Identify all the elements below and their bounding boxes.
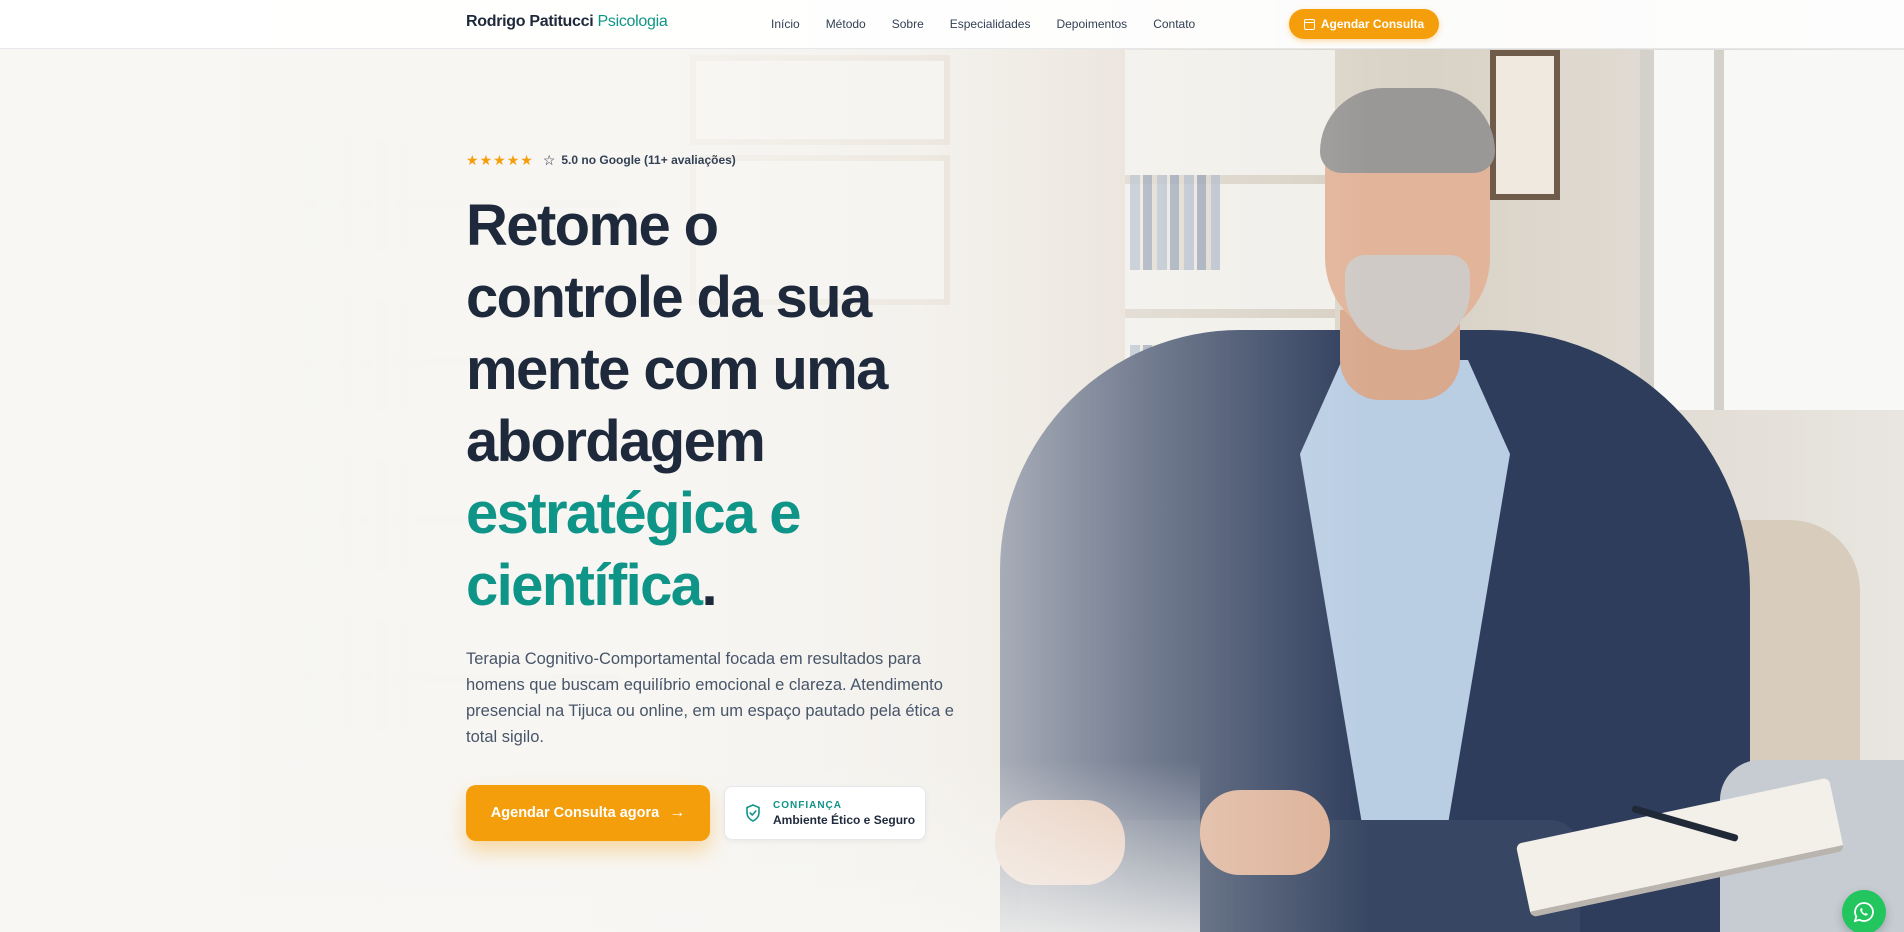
rating-stars: ★ ★ ★ ★ ★	[466, 153, 533, 167]
nav-link-sobre[interactable]: Sobre	[892, 17, 924, 31]
hero-lead: Terapia Cognitivo-Comportamental focada …	[466, 650, 954, 746]
whatsapp-button[interactable]	[1842, 890, 1886, 932]
nav-link-depoimentos[interactable]: Depoimentos	[1056, 17, 1127, 31]
headline-period: .	[701, 553, 717, 618]
trust-text: CONFIANÇA Ambiente Ético e Seguro	[773, 800, 915, 827]
nav-link-metodo[interactable]: Método	[826, 17, 866, 31]
google-rating: ★ ★ ★ ★ ★ ☆ 5.0 no Google (11+ avaliaçõe…	[466, 150, 966, 170]
hero-actions: Agendar Consulta agora → CONFIANÇA Ambie…	[466, 785, 966, 841]
schedule-now-button[interactable]: Agendar Consulta agora →	[466, 785, 710, 841]
star-icon: ★	[479, 152, 493, 168]
headline-line: abordagem	[466, 409, 766, 474]
star-icon: ★	[493, 152, 506, 168]
main-menu: Início Método Sobre Especialidades Depoi…	[771, 17, 1221, 31]
schedule-now-label: Agendar Consulta agora	[490, 805, 660, 821]
star-icon: ★	[466, 152, 479, 168]
headline-line: controle da sua	[466, 265, 872, 330]
nav-link-especialidades[interactable]: Especialidades	[950, 17, 1031, 31]
calendar-icon	[1303, 18, 1315, 30]
nav-schedule-label: Agendar Consulta	[1320, 17, 1425, 31]
brand-logo[interactable]: Rodrigo Patitucci Psicologia	[466, 13, 668, 31]
headline-line: Retome o	[466, 193, 719, 258]
whatsapp-icon	[1853, 902, 1874, 923]
star-icon: ★	[506, 152, 520, 168]
brand-accent: Psicologia	[597, 13, 668, 30]
trust-title: Ambiente Ético e Seguro	[773, 812, 916, 827]
star-icon: ★	[520, 152, 533, 168]
arrow-right-icon: →	[669, 804, 686, 821]
shield-check-icon	[746, 804, 760, 822]
top-navbar: Rodrigo Patitucci Psicologia Início Méto…	[0, 0, 1904, 49]
headline-highlight: estratégica e	[466, 481, 801, 546]
hero-headline: Retome o controle da sua mente com uma a…	[466, 190, 966, 622]
nav-schedule-button[interactable]: Agendar Consulta	[1289, 9, 1439, 39]
star-outline-icon: ☆	[542, 152, 556, 168]
trust-badge: CONFIANÇA Ambiente Ético e Seguro	[724, 786, 926, 840]
trust-eyebrow: CONFIANÇA	[773, 799, 842, 811]
headline-highlight: científica	[466, 553, 703, 618]
rating-text: 5.0 no Google (11+ avaliações)	[561, 153, 736, 167]
brand-name: Rodrigo Patitucci	[466, 13, 594, 30]
headline-line: mente com uma	[466, 337, 888, 402]
nav-link-contato[interactable]: Contato	[1153, 17, 1195, 31]
nav-link-inicio[interactable]: Início	[771, 17, 800, 31]
hero-section: ★ ★ ★ ★ ★ ☆ 5.0 no Google (11+ avaliaçõe…	[466, 150, 966, 841]
